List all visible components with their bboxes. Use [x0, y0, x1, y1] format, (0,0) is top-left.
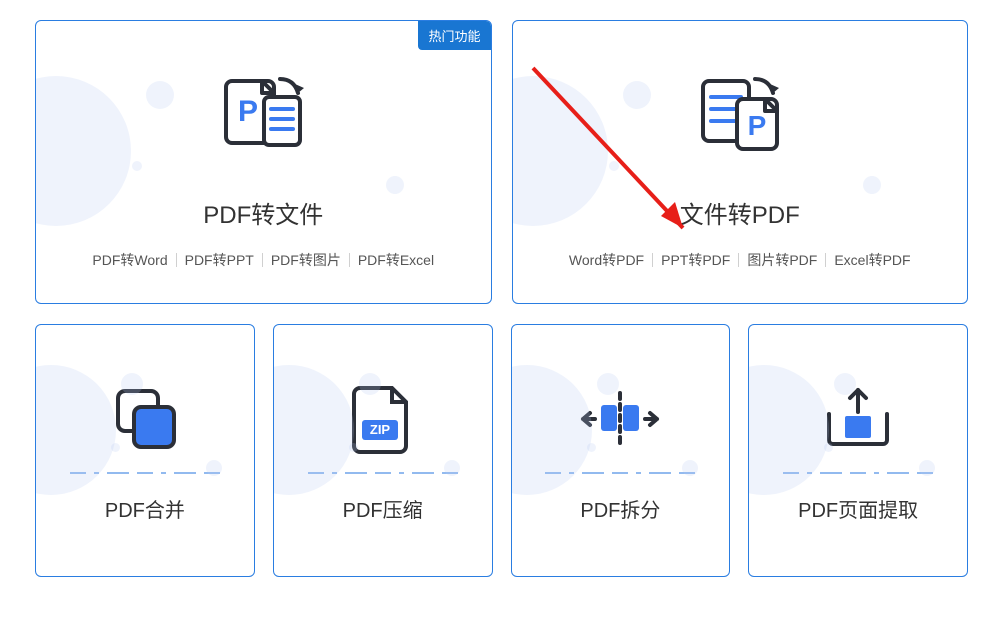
card-file-to-pdf[interactable]: P 文件转PDF Word转PDF PPT转PDF 图片转PDF Excel转P…: [512, 20, 969, 304]
card-title: 文件转PDF: [680, 195, 800, 230]
sub-option[interactable]: Excel转PDF: [826, 250, 918, 270]
svg-text:P: P: [238, 95, 258, 128]
compress-icon: ZIP: [350, 380, 416, 458]
card-title: PDF压缩: [343, 494, 423, 523]
sub-option[interactable]: PDF转Word: [84, 250, 175, 270]
card-pdf-split[interactable]: PDF拆分: [511, 324, 731, 577]
hot-badge: 热门功能: [418, 21, 490, 50]
card-title: PDF合并: [105, 494, 185, 523]
svg-text:ZIP: ZIP: [370, 422, 391, 437]
sub-option[interactable]: PDF转图片: [263, 250, 349, 270]
card-pdf-merge[interactable]: PDF合并: [35, 324, 255, 577]
sub-option[interactable]: Word转PDF: [561, 250, 652, 270]
sub-option[interactable]: PDF转Excel: [350, 250, 442, 270]
card-pdf-to-file[interactable]: 热门功能 P PDF转文件 PDF转Word PDF转PPT: [35, 20, 492, 304]
file-to-pdf-icon: P: [685, 69, 795, 159]
svg-text:P: P: [747, 110, 766, 141]
sub-option[interactable]: PPT转PDF: [653, 250, 738, 270]
card-title: PDF页面提取: [798, 494, 918, 523]
pdf-to-file-icon: P: [208, 69, 318, 159]
card-title: PDF转文件: [203, 195, 323, 230]
sub-option[interactable]: PDF转PPT: [177, 250, 262, 270]
card-pdf-extract[interactable]: PDF页面提取: [748, 324, 968, 577]
card-title: PDF拆分: [580, 494, 660, 523]
sub-option[interactable]: 图片转PDF: [739, 250, 825, 270]
card-pdf-compress[interactable]: ZIP PDF压缩: [273, 324, 493, 577]
